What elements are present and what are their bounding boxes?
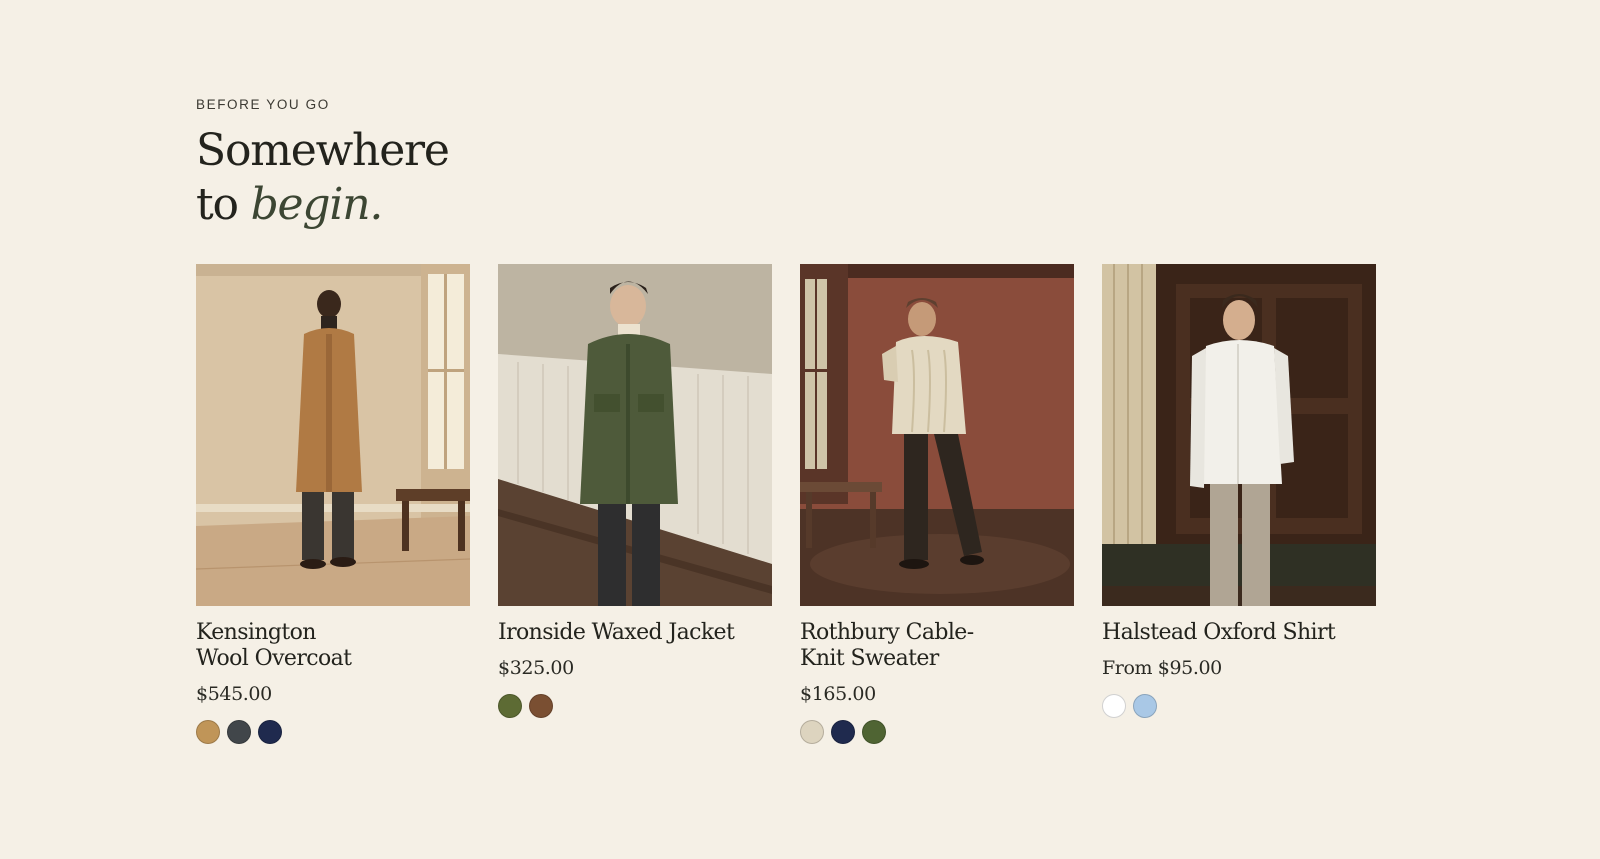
product-name[interactable]: Rothbury Cable- Knit Sweater [800, 620, 1074, 672]
product-image-sweater[interactable] [800, 264, 1074, 606]
sweater-photo [800, 264, 1074, 606]
product-card-overcoat[interactable]: Kensington Wool Overcoat $545.00 [196, 264, 470, 744]
product-name[interactable]: Kensington Wool Overcoat [196, 620, 470, 672]
color-swatches [498, 694, 772, 718]
color-swatches [800, 720, 1074, 744]
product-card-sweater[interactable]: Rothbury Cable- Knit Sweater $165.00 [800, 264, 1074, 744]
product-image-jacket[interactable] [498, 264, 772, 606]
color-swatch[interactable] [831, 720, 855, 744]
product-card-jacket[interactable]: Ironside Waxed Jacket $325.00 [498, 264, 772, 744]
overcoat-photo [196, 264, 470, 606]
color-swatches [1102, 694, 1376, 718]
color-swatch[interactable] [1133, 694, 1157, 718]
color-swatch[interactable] [196, 720, 220, 744]
product-name[interactable]: Ironside Waxed Jacket [498, 620, 772, 646]
product-image-shirt[interactable] [1102, 264, 1376, 606]
recommendations-section: BEFORE YOU GO Somewhere to begin. Kensin… [196, 96, 1376, 744]
product-image-overcoat[interactable] [196, 264, 470, 606]
jacket-photo [498, 264, 772, 606]
color-swatch[interactable] [258, 720, 282, 744]
color-swatch[interactable] [529, 694, 553, 718]
product-price: From $95.00 [1102, 657, 1222, 679]
product-name[interactable]: Halstead Oxford Shirt [1102, 620, 1376, 646]
heading-line-2-emphasis: begin. [250, 179, 384, 230]
color-swatch[interactable] [800, 720, 824, 744]
product-price: $325.00 [498, 657, 574, 679]
color-swatch[interactable] [498, 694, 522, 718]
heading-line-2-plain: to [196, 179, 251, 230]
section-heading: Somewhere to begin. [196, 124, 1376, 232]
product-grid: Kensington Wool Overcoat $545.00 Ironsid… [196, 264, 1376, 744]
product-price: $545.00 [196, 683, 272, 705]
color-swatches [196, 720, 470, 744]
product-price: $165.00 [800, 683, 876, 705]
heading-line-1: Somewhere [196, 125, 450, 176]
heading-line-2: to begin. [196, 178, 1376, 232]
product-card-shirt[interactable]: Halstead Oxford Shirt From $95.00 [1102, 264, 1376, 744]
shirt-photo [1102, 264, 1376, 606]
page: BEFORE YOU GO Somewhere to begin. Kensin… [0, 0, 1600, 859]
eyebrow-label: BEFORE YOU GO [196, 97, 330, 112]
color-swatch[interactable] [227, 720, 251, 744]
color-swatch[interactable] [1102, 694, 1126, 718]
color-swatch[interactable] [862, 720, 886, 744]
